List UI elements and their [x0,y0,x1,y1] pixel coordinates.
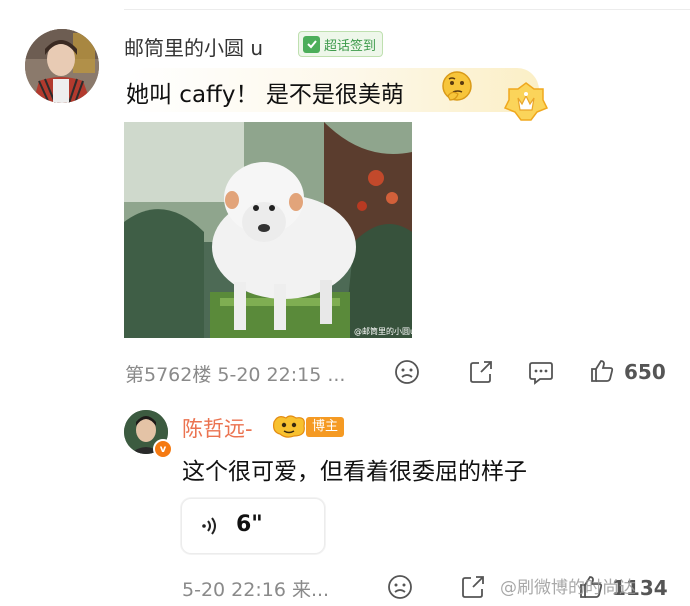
like-button[interactable] [587,356,617,386]
voice-message[interactable]: 6" [181,498,325,554]
check-icon [303,35,320,53]
thinking-emoji-icon [442,71,472,101]
share-button[interactable] [466,357,496,387]
post-image[interactable]: @邮筒里的小圆u [124,122,412,338]
crown-badge-icon [503,82,549,121]
share-icon [462,576,484,598]
like-count: 650 [624,360,666,384]
post-floor-time: 第5762楼 5-20 22:15 ... [125,364,346,386]
voice-duration: 6" [236,512,263,537]
dislike-button[interactable] [392,357,422,387]
checkin-badge[interactable]: 超话签到 [298,31,384,57]
reply-comment-text: 这个很可爱，但看着很委屈的样子 [182,459,527,485]
poodle-photo: @邮筒里的小圆u [124,122,412,338]
avatar[interactable] [25,29,99,103]
image-watermark: @邮筒里的小圆u [354,326,412,336]
reply-share-button[interactable] [458,572,488,602]
dislike-face-icon [388,575,412,599]
comment-icon [529,362,553,385]
voice-icon [200,515,222,542]
reply-username[interactable]: 陈哲远- [182,413,253,443]
like-thumb-icon [591,360,614,382]
post-comment: 她叫 caffy！ 是不是很美萌 [124,68,539,112]
blogger-badge: 博主 [306,417,345,437]
share-icon [470,361,492,383]
watermark: @刷微博的时尚达 [500,578,636,598]
dislike-face-icon [395,360,419,384]
post-username[interactable]: 邮筒里的小圆 u [124,32,263,61]
reply-dislike-button[interactable] [385,572,415,602]
reply-time: 5-20 22:16 来... [182,579,330,601]
checkin-badge-label: 超话签到 [324,38,377,54]
post-comment-text: 她叫 caffy！ 是不是很美萌 [126,82,404,108]
comment-button[interactable] [526,357,556,387]
verified-badge: v [153,439,173,459]
avatar-image [25,29,99,103]
divider [124,9,690,10]
